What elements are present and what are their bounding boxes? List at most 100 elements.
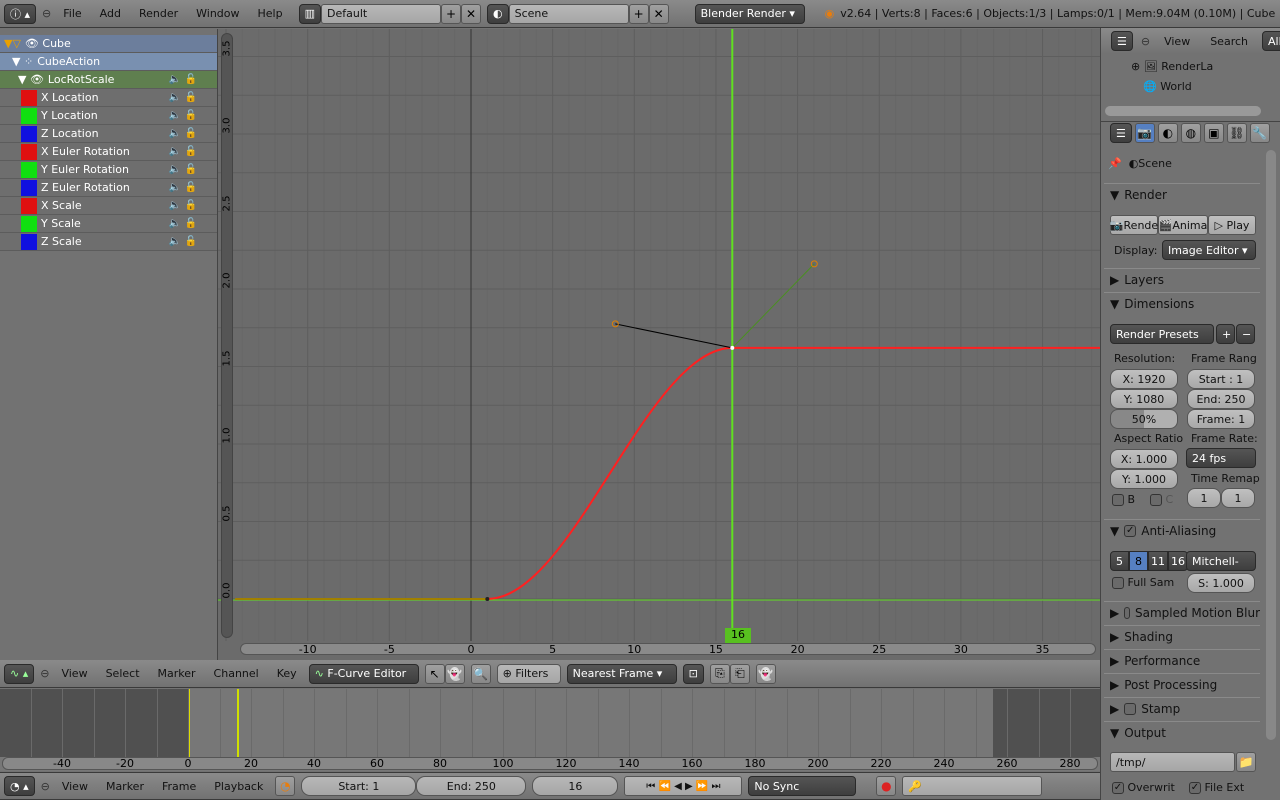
frame-start-field[interactable]: Start : 1 (1187, 369, 1255, 389)
menu-view[interactable]: View (1158, 35, 1196, 48)
aa-samples[interactable]: 5 8 11 16 (1110, 551, 1188, 571)
snap-dropdown[interactable]: Nearest Frame ▾ (566, 663, 677, 684)
outliner-item[interactable]: 🌐 World (1143, 80, 1192, 93)
mode-dropdown[interactable]: ∿ F-Curve Editor (308, 663, 419, 684)
collapse-icon[interactable]: ⊖ (42, 7, 51, 20)
render-tab-icon[interactable]: 📷 (1134, 123, 1155, 143)
aspect-y-field[interactable]: Y: 1.000 (1110, 469, 1178, 489)
outliner-type-button[interactable]: ☰ (1111, 31, 1133, 51)
delete-scene-button[interactable]: ✕ (648, 3, 669, 24)
resolution-y-field[interactable]: Y: 1080 (1110, 389, 1178, 409)
mute-lock-icons[interactable]: 🔈 🔓 (169, 164, 197, 175)
menu-marker[interactable]: Marker (152, 667, 202, 680)
channel-fcurve[interactable]: X Scale 🔈 🔓 (0, 197, 217, 215)
object-tab-icon[interactable]: ▣ (1203, 123, 1224, 143)
ghost-curves-icon[interactable]: 👻 (444, 663, 465, 684)
menu-playback[interactable]: Playback (208, 780, 269, 793)
menu-render[interactable]: Render (133, 7, 184, 20)
pivot-dropdown[interactable]: ⊡ (682, 663, 704, 684)
frame-step-field[interactable]: Frame: 1 (1187, 409, 1255, 429)
remove-preset-button[interactable]: − (1236, 324, 1255, 344)
panel-dimensions[interactable]: ▼ Dimensions (1104, 292, 1260, 314)
add-layout-button[interactable]: + (441, 3, 461, 24)
panel-post-processing[interactable]: ▶ Post Processing (1104, 673, 1260, 695)
keying-set-field[interactable]: 🔑 (902, 776, 1043, 796)
curve-color-swatch[interactable] (21, 215, 37, 232)
scene-name-field[interactable]: Scene (508, 3, 629, 24)
panel-layers[interactable]: ▶ Layers (1104, 268, 1260, 290)
current-frame-field[interactable]: 16 (532, 776, 619, 796)
curve-color-swatch[interactable] (21, 107, 37, 124)
channel-group[interactable]: ▼ 👁 LocRotScale 🔈 🔓 (0, 71, 217, 89)
panel-render[interactable]: ▼ Render (1104, 183, 1260, 205)
playback-controls[interactable]: ⏮ ⏪ ◀ ▶ ⏩ ⏭ (624, 776, 743, 796)
curve-color-swatch[interactable] (21, 161, 37, 178)
render-animation-button[interactable]: 🎬 Anima (1158, 215, 1208, 235)
mute-lock-icons[interactable]: 🔈 🔓 (169, 110, 197, 121)
curve-color-swatch[interactable] (21, 89, 37, 106)
menu-marker[interactable]: Marker (100, 780, 150, 793)
start-frame-field[interactable]: Start: 1 (301, 776, 417, 796)
display-dropdown[interactable]: Image Editor ▾ (1162, 240, 1256, 260)
panel-output[interactable]: ▼ Output (1104, 721, 1260, 743)
aa-samples-5[interactable]: 5 (1110, 551, 1129, 571)
mute-lock-icons[interactable]: 🔈 🔓 (169, 236, 197, 247)
ghost-icon[interactable]: 👻 (755, 663, 776, 684)
mute-lock-icons[interactable]: 🔈 🔓 (169, 182, 197, 193)
panel-sampled-motion-blur[interactable]: ▶ Sampled Motion Blur (1104, 601, 1260, 623)
delete-layout-button[interactable]: ✕ (461, 3, 481, 24)
frame-rate-dropdown[interactable]: 24 fps (1186, 448, 1256, 468)
mute-lock-icons[interactable]: 🔈 🔓 (169, 218, 197, 229)
preview-range-icon[interactable]: ◔ (275, 776, 296, 796)
filter-size-field[interactable]: S: 1.000 (1187, 573, 1255, 593)
panel-performance[interactable]: ▶ Performance (1104, 649, 1260, 671)
curve-color-swatch[interactable] (21, 125, 37, 142)
output-path-field[interactable]: /tmp/ (1110, 752, 1235, 772)
aa-samples-8[interactable]: 8 (1129, 551, 1148, 571)
channel-fcurve[interactable]: Z Scale 🔈 🔓 (0, 233, 217, 251)
mute-lock-icons[interactable]: 🔈 🔓 (169, 146, 197, 157)
end-frame-field[interactable]: End: 250 (416, 776, 527, 796)
modifier-tab-icon[interactable]: 🔧 (1249, 123, 1270, 143)
layout-selector[interactable]: ▥ (298, 3, 321, 24)
constraint-tab-icon[interactable]: ⛓ (1226, 123, 1247, 143)
menu-window[interactable]: Window (190, 7, 245, 20)
aa-filter-dropdown[interactable]: Mitchell- (1186, 551, 1256, 571)
aa-samples-11[interactable]: 11 (1148, 551, 1168, 571)
eye-icon[interactable]: 👁 (25, 37, 39, 50)
render-image-button[interactable]: 📷 Rende (1110, 215, 1158, 235)
aspect-x-field[interactable]: X: 1.000 (1110, 449, 1178, 469)
curve-color-swatch[interactable] (21, 179, 37, 196)
record-button[interactable]: ● (876, 776, 897, 796)
render-engine-dropdown[interactable]: Blender Render ▾ (694, 3, 805, 24)
play-animation-button[interactable]: ▷ Play (1208, 215, 1256, 235)
panel-stamp[interactable]: ▶ Stamp (1104, 697, 1260, 719)
crop-checkbox[interactable]: C (1150, 493, 1280, 506)
outliner-filter-dropdown[interactable]: All (1262, 31, 1280, 51)
world-tab-icon[interactable]: ◍ (1180, 123, 1201, 143)
render-presets-dropdown[interactable]: Render Presets (1110, 324, 1214, 344)
menu-select[interactable]: Select (100, 667, 146, 680)
menu-help[interactable]: Help (252, 7, 289, 20)
current-frame-line[interactable] (237, 689, 239, 757)
paste-keys-icon[interactable]: ⎗ (729, 663, 750, 684)
panel-shading[interactable]: ▶ Shading (1104, 625, 1260, 647)
resolution-percent-slider[interactable]: 50% (1110, 409, 1178, 429)
copy-keys-icon[interactable]: ⎘ (709, 663, 730, 684)
channel-fcurve[interactable]: Y Euler Rotation 🔈 🔓 (0, 161, 217, 179)
channel-fcurve[interactable]: X Location 🔈 🔓 (0, 89, 217, 107)
mute-lock-icons[interactable]: 🔈 🔓 (169, 74, 197, 85)
aa-checkbox[interactable]: ✓ (1124, 524, 1137, 537)
scene-tab-icon[interactable]: ◐ (1157, 123, 1178, 143)
channel-fcurve[interactable]: Z Location 🔈 🔓 (0, 125, 217, 143)
properties-scrollbar[interactable] (1266, 150, 1276, 740)
resolution-x-field[interactable]: X: 1920 (1110, 369, 1178, 389)
filters-button[interactable]: ⊕ Filters (496, 663, 561, 684)
graph-editor[interactable]: 16 -10 -5 0 5 10 15 20 25 30 35 0.0 0.5 1.0 1.5 2.0 2.5… (218, 29, 1125, 660)
curve-color-swatch[interactable] (21, 143, 37, 160)
menu-file[interactable]: File (57, 7, 87, 20)
channel-fcurve[interactable]: X Euler Rotation 🔈 🔓 (0, 143, 217, 161)
mute-lock-icons[interactable]: 🔈 🔓 (169, 200, 197, 211)
properties-type-button[interactable]: ☰ (1110, 123, 1132, 143)
only-selected-toggle[interactable]: ↖ (424, 663, 445, 684)
